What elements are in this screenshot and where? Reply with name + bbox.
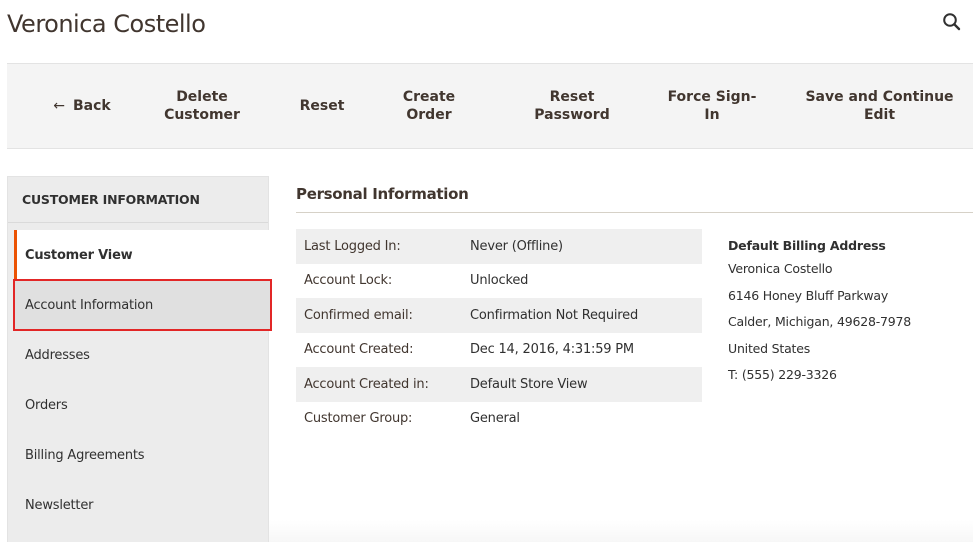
table-row: Last Logged In: Never (Offline) — [296, 229, 702, 264]
reset-password-button[interactable]: Reset Password — [512, 64, 632, 148]
row-value: Confirmation Not Required — [470, 307, 639, 323]
save-continue-label-line1: Save and Continue — [805, 89, 954, 105]
save-and-continue-edit-button[interactable]: Save and Continue Edit — [797, 64, 962, 148]
page-title: Veronica Costello — [7, 10, 206, 38]
table-row: Account Created: Dec 14, 2016, 4:31:59 P… — [296, 333, 702, 368]
page-bottom-fade — [269, 520, 973, 542]
row-label: Account Created: — [304, 342, 414, 358]
search-icon[interactable] — [942, 12, 962, 32]
sidebar-item-account-information[interactable]: Account Information — [13, 279, 272, 331]
sidebar-item-customer-view[interactable]: Customer View — [14, 230, 269, 280]
delete-customer-label-line2: Customer — [164, 107, 240, 123]
back-label: Back — [73, 98, 111, 114]
delete-customer-label-line1: Delete — [176, 89, 228, 105]
table-row: Account Created in: Default Store View — [296, 367, 702, 402]
create-order-button[interactable]: Create Order — [384, 64, 474, 148]
sidebar-item-label: Orders — [25, 397, 68, 413]
default-billing-address: Default Billing Address Veronica Costell… — [728, 238, 968, 389]
sidebar-item-addresses[interactable]: Addresses — [14, 330, 270, 380]
create-order-label-line2: Order — [406, 107, 452, 123]
page-actions-toolbar: ← Back Delete Customer Reset Create Orde… — [7, 63, 973, 149]
table-row: Account Lock: Unlocked — [296, 264, 702, 299]
row-value: Default Store View — [470, 376, 588, 392]
billing-phone: T: (555) 229-3326 — [728, 367, 837, 383]
row-value: Unlocked — [470, 273, 529, 289]
row-label: Confirmed email: — [304, 307, 413, 323]
save-continue-label-line2: Edit — [863, 107, 896, 123]
sidebar-item-label: Billing Agreements — [25, 447, 145, 463]
row-value: Dec 14, 2016, 4:31:59 PM — [470, 342, 634, 358]
personal-information-title: Personal Information — [296, 185, 469, 203]
table-row: Customer Group: General — [296, 402, 702, 437]
table-row: Confirmed email: Confirmation Not Requir… — [296, 298, 702, 333]
billing-city-line: Calder, Michigan, 49628-7978 — [728, 314, 912, 330]
sidebar-title: CUSTOMER INFORMATION — [8, 177, 268, 223]
row-label: Customer Group: — [304, 411, 413, 427]
sidebar-item-orders[interactable]: Orders — [14, 380, 270, 430]
sidebar-nav: Customer View Account Information Addres… — [13, 230, 272, 530]
billing-country: United States — [728, 340, 811, 356]
reset-label: Reset — [299, 98, 345, 114]
sidebar-item-label: Addresses — [25, 347, 90, 363]
row-label: Last Logged In: — [304, 238, 401, 254]
arrow-left-icon: ← — [53, 98, 65, 114]
billing-address-title: Default Billing Address — [728, 238, 886, 253]
row-label: Account Created in: — [304, 376, 429, 392]
billing-name: Veronica Costello — [728, 261, 833, 276]
reset-password-label-line1: Reset — [549, 89, 595, 105]
personal-information-table: Last Logged In: Never (Offline) Account … — [296, 229, 702, 436]
sidebar-item-billing-agreements[interactable]: Billing Agreements — [14, 430, 270, 480]
sidebar-item-label: Newsletter — [25, 497, 94, 513]
sidebar-item-label: Customer View — [25, 247, 133, 263]
force-sign-in-button[interactable]: Force Sign- In — [652, 64, 772, 148]
row-value: General — [470, 411, 520, 427]
create-order-label-line1: Create — [402, 89, 456, 105]
row-value: Never (Offline) — [470, 238, 563, 254]
force-sign-in-label-line1: Force Sign- — [667, 89, 757, 105]
sidebar-item-label: Account Information — [25, 297, 154, 313]
back-button[interactable]: ← Back — [27, 64, 137, 148]
force-sign-in-label-line2: In — [704, 107, 720, 123]
billing-street: 6146 Honey Bluff Parkway — [728, 287, 889, 303]
section-divider — [296, 212, 973, 213]
reset-button[interactable]: Reset — [277, 64, 367, 148]
reset-password-label-line2: Password — [534, 107, 610, 123]
delete-customer-button[interactable]: Delete Customer — [147, 64, 257, 148]
row-label: Account Lock: — [304, 273, 393, 289]
sidebar-item-newsletter[interactable]: Newsletter — [14, 480, 270, 530]
